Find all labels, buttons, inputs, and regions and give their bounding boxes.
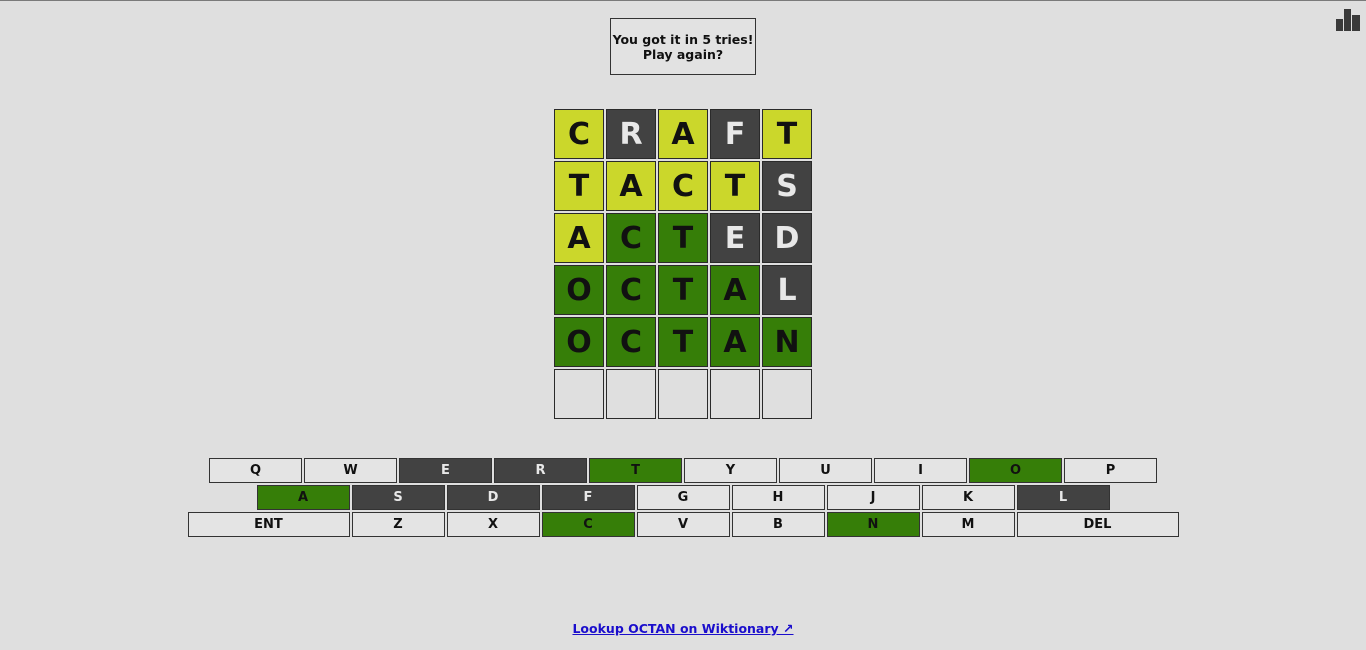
play-again-button[interactable]: You got it in 5 tries! Play again? bbox=[610, 18, 756, 75]
board-tile: T bbox=[658, 265, 708, 315]
on-screen-keyboard: Q W E R T Y U I O P A S D F G H J K L ENT Z X C V B N M DEL bbox=[0, 458, 1366, 539]
board-tile bbox=[710, 369, 760, 419]
board-tile: T bbox=[710, 161, 760, 211]
key-y[interactable]: Y bbox=[684, 458, 777, 483]
key-c[interactable]: C bbox=[541, 512, 635, 537]
keyboard-row: ENT Z X C V B N M DEL bbox=[0, 512, 1366, 537]
key-v[interactable]: V bbox=[636, 512, 730, 537]
board-tile: D bbox=[762, 213, 812, 263]
key-s[interactable]: S bbox=[351, 485, 445, 510]
key-w[interactable]: W bbox=[304, 458, 397, 483]
board-tile: A bbox=[658, 109, 708, 159]
game-board: CRAFTTACTSACTEDOCTALOCTAN bbox=[554, 109, 812, 419]
board-tile: A bbox=[710, 265, 760, 315]
key-o[interactable]: O bbox=[969, 458, 1062, 483]
board-tile: R bbox=[606, 109, 656, 159]
key-p[interactable]: P bbox=[1064, 458, 1157, 483]
board-tile: C bbox=[554, 109, 604, 159]
board-tile: F bbox=[710, 109, 760, 159]
result-message: You got it in 5 tries! bbox=[612, 31, 754, 47]
key-a[interactable]: A bbox=[256, 485, 350, 510]
play-again-label: Play again? bbox=[642, 46, 724, 62]
key-z[interactable]: Z bbox=[351, 512, 445, 537]
board-tile: S bbox=[762, 161, 812, 211]
keyboard-row: QWERTYUIOP bbox=[0, 458, 1366, 483]
board-tile: T bbox=[658, 317, 708, 367]
lookup-footer: Lookup OCTAN on Wiktionary ↗ bbox=[0, 621, 1366, 636]
board-tile: C bbox=[606, 265, 656, 315]
key-d[interactable]: D bbox=[446, 485, 540, 510]
key-t[interactable]: T bbox=[589, 458, 682, 483]
board-tile bbox=[554, 369, 604, 419]
key-i[interactable]: I bbox=[874, 458, 967, 483]
key-h[interactable]: H bbox=[731, 485, 825, 510]
enter-key[interactable]: ENT bbox=[187, 512, 350, 537]
board-tile: T bbox=[554, 161, 604, 211]
key-m[interactable]: M bbox=[921, 512, 1015, 537]
key-f[interactable]: F bbox=[541, 485, 635, 510]
delete-key[interactable]: DEL bbox=[1016, 512, 1179, 537]
board-tile: N bbox=[762, 317, 812, 367]
key-r[interactable]: R bbox=[494, 458, 587, 483]
bar-chart-icon bbox=[1336, 9, 1360, 31]
board-tile: T bbox=[658, 213, 708, 263]
board-tile: O bbox=[554, 265, 604, 315]
key-x[interactable]: X bbox=[446, 512, 540, 537]
key-j[interactable]: J bbox=[826, 485, 920, 510]
board-tile bbox=[658, 369, 708, 419]
stats-button[interactable] bbox=[1336, 7, 1360, 31]
board-tile: A bbox=[554, 213, 604, 263]
key-e[interactable]: E bbox=[399, 458, 492, 483]
board-tile: A bbox=[710, 317, 760, 367]
board-tile: C bbox=[606, 213, 656, 263]
keyboard-row: ASDFGHJKL bbox=[0, 485, 1366, 510]
key-k[interactable]: K bbox=[921, 485, 1015, 510]
board-tile: C bbox=[606, 317, 656, 367]
key-u[interactable]: U bbox=[779, 458, 872, 483]
key-b[interactable]: B bbox=[731, 512, 825, 537]
board-tile bbox=[762, 369, 812, 419]
key-n[interactable]: N bbox=[826, 512, 920, 537]
key-g[interactable]: G bbox=[636, 485, 730, 510]
board-tile: L bbox=[762, 265, 812, 315]
key-l[interactable]: L bbox=[1016, 485, 1110, 510]
key-q[interactable]: Q bbox=[209, 458, 302, 483]
board-tile: C bbox=[658, 161, 708, 211]
board-tile: T bbox=[762, 109, 812, 159]
board-tile: O bbox=[554, 317, 604, 367]
board-tile bbox=[606, 369, 656, 419]
board-tile: A bbox=[606, 161, 656, 211]
board-tile: E bbox=[710, 213, 760, 263]
wiktionary-lookup-link[interactable]: Lookup OCTAN on Wiktionary ↗ bbox=[572, 621, 793, 636]
